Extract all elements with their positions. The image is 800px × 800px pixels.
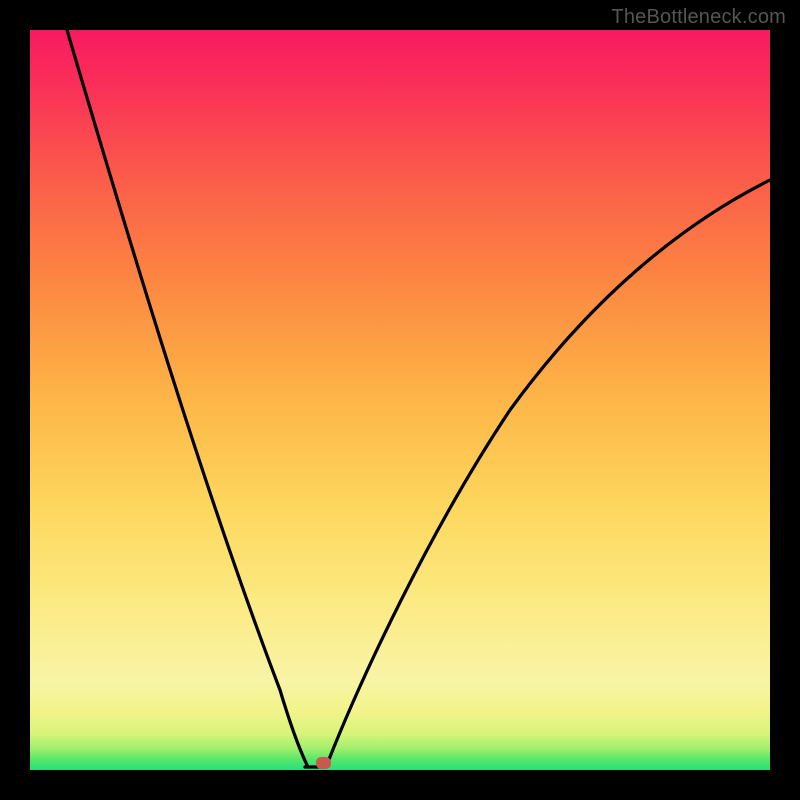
optimum-marker [316, 757, 331, 769]
plot-area [30, 30, 770, 770]
chart-canvas: TheBottleneck.com [0, 0, 800, 800]
curve-left-branch [67, 30, 308, 767]
curve-right-branch [326, 180, 770, 767]
watermark-text: TheBottleneck.com [611, 6, 786, 29]
bottleneck-curve [30, 30, 770, 770]
